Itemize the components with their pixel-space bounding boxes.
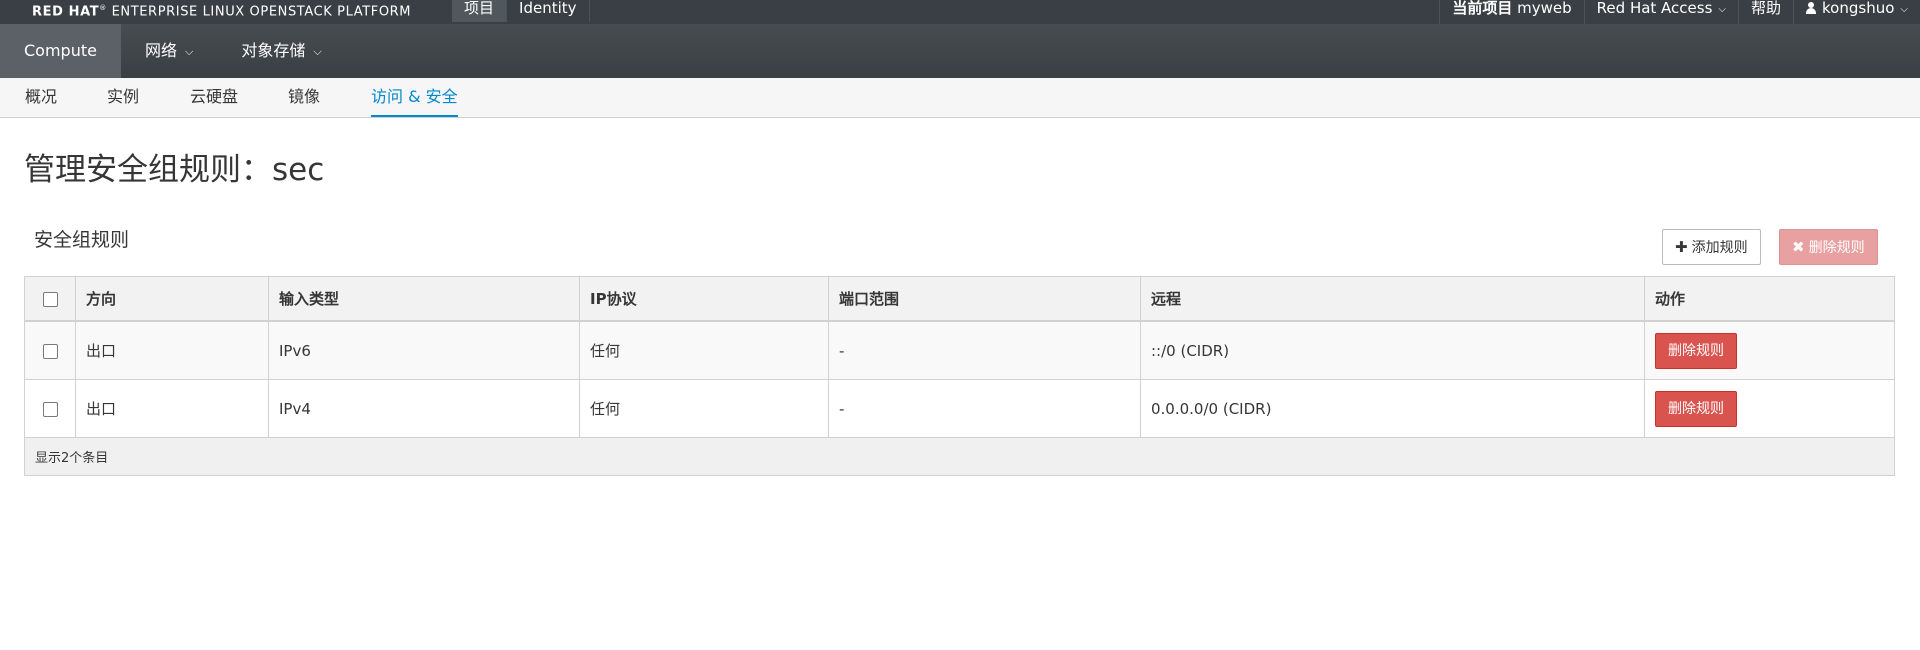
cell-actions: 删除规则 — [1644, 379, 1895, 438]
masthead: RED HAT® ENTERPRISE LINUX OPENSTACK PLAT… — [0, 0, 1920, 24]
subtab-access-security[interactable]: 访问 & 安全 — [371, 78, 458, 117]
nav-network[interactable]: 网络 ⌵ — [121, 24, 217, 78]
security-group-rules-table: 方向 输入类型 IP协议 端口范围 远程 动作 出口 IPv6 任何 - ::/… — [24, 276, 1895, 476]
subtab-volumes[interactable]: 云硬盘 — [190, 78, 238, 115]
section-title: 安全组规则 — [34, 229, 130, 251]
table-footer-row: 显示2个条目 — [24, 437, 1895, 476]
plus-icon: ✚ — [1675, 238, 1688, 256]
cell-direction: 出口 — [75, 320, 269, 380]
row-select-cell — [24, 320, 76, 380]
cell-ip-protocol: 任何 — [579, 379, 829, 438]
column-remote[interactable]: 远程 — [1140, 276, 1645, 322]
cell-port-range: - — [828, 379, 1141, 438]
help-link[interactable]: 帮助 — [1738, 0, 1793, 24]
secondary-nav: 概况 实例 云硬盘 镜像 访问 & 安全 — [0, 78, 1920, 118]
cell-port-range: - — [828, 320, 1141, 380]
cell-ip-protocol: 任何 — [579, 320, 829, 380]
row-select-cell — [24, 379, 76, 438]
column-ip-protocol[interactable]: IP协议 — [579, 276, 829, 322]
red-hat-access-menu[interactable]: Red Hat Access ⌵ — [1583, 0, 1738, 24]
cell-ethertype: IPv6 — [268, 320, 580, 380]
subtab-images[interactable]: 镜像 — [288, 78, 320, 115]
column-direction[interactable]: 方向 — [75, 276, 269, 322]
tab-identity[interactable]: Identity — [507, 0, 590, 22]
table-row: 出口 IPv6 任何 - ::/0 (CIDR) 删除规则 — [24, 320, 1895, 380]
primary-nav: Compute 网络 ⌵ 对象存储 ⌵ — [0, 24, 1920, 78]
nav-object-storage[interactable]: 对象存储 ⌵ — [217, 24, 345, 78]
cell-direction: 出口 — [75, 379, 269, 438]
column-port-range[interactable]: 端口范围 — [828, 276, 1141, 322]
current-project-value: myweb — [1517, 0, 1572, 17]
subtab-instances[interactable]: 实例 — [107, 78, 139, 115]
cell-ethertype: IPv4 — [268, 379, 580, 438]
select-all-cell — [24, 276, 76, 322]
cell-actions: 删除规则 — [1644, 320, 1895, 380]
chevron-down-icon: ⌵ — [313, 45, 322, 58]
page-title: 管理安全组规则：sec — [24, 152, 325, 188]
top-tabs: 项目 Identity — [452, 0, 590, 24]
nav-object-storage-label: 对象存储 — [241, 41, 306, 60]
user-name: kongshuo — [1822, 0, 1895, 17]
item-count: 显示2个条目 — [24, 437, 1895, 476]
nav-network-label: 网络 — [144, 41, 177, 60]
brand-prefix: RED HAT — [32, 4, 100, 20]
chevron-down-icon: ⌵ — [1718, 4, 1727, 15]
delete-rules-button[interactable]: ✖ 删除规则 — [1779, 229, 1878, 265]
table-row: 出口 IPv4 任何 - 0.0.0.0/0 (CIDR) 删除规则 — [24, 379, 1895, 438]
cell-remote: 0.0.0.0/0 (CIDR) — [1140, 379, 1645, 438]
user-icon — [1806, 2, 1817, 14]
column-ethertype[interactable]: 输入类型 — [268, 276, 580, 322]
add-rule-label: 添加规则 — [1691, 240, 1748, 256]
delete-rule-button[interactable]: 删除规则 — [1655, 390, 1737, 427]
current-project-menu[interactable]: 当前项目 myweb — [1439, 0, 1583, 24]
help-label: 帮助 — [1751, 0, 1782, 17]
user-menu[interactable]: kongshuo ⌵ — [1793, 0, 1920, 24]
row-checkbox[interactable] — [42, 401, 58, 417]
brand-logo[interactable]: RED HAT® ENTERPRISE LINUX OPENSTACK PLAT… — [32, 0, 412, 20]
tab-project[interactable]: 项目 — [452, 0, 508, 22]
close-icon: ✖ — [1792, 238, 1805, 256]
cell-remote: ::/0 (CIDR) — [1140, 320, 1645, 380]
delete-rule-button[interactable]: 删除规则 — [1655, 332, 1737, 369]
table-header-row: 方向 输入类型 IP协议 端口范围 远程 动作 — [24, 276, 1895, 322]
chevron-down-icon: ⌵ — [184, 45, 194, 58]
column-actions: 动作 — [1644, 276, 1895, 322]
current-project-label: 当前项目 — [1452, 0, 1513, 17]
brand-name: ENTERPRISE LINUX OPENSTACK PLATFORM — [111, 4, 412, 20]
subtab-overview[interactable]: 概况 — [25, 78, 57, 115]
nav-compute[interactable]: Compute — [0, 24, 121, 78]
chevron-down-icon: ⌵ — [1900, 4, 1908, 15]
utility-nav: 当前项目 myweb Red Hat Access ⌵ 帮助 kongshuo ⌵ — [1439, 0, 1920, 24]
select-all-checkbox[interactable] — [42, 291, 58, 307]
add-rule-button[interactable]: ✚ 添加规则 — [1662, 229, 1761, 265]
red-hat-access-label: Red Hat Access — [1596, 0, 1713, 17]
delete-rules-label: 删除规则 — [1808, 240, 1865, 256]
row-checkbox[interactable] — [42, 343, 58, 359]
